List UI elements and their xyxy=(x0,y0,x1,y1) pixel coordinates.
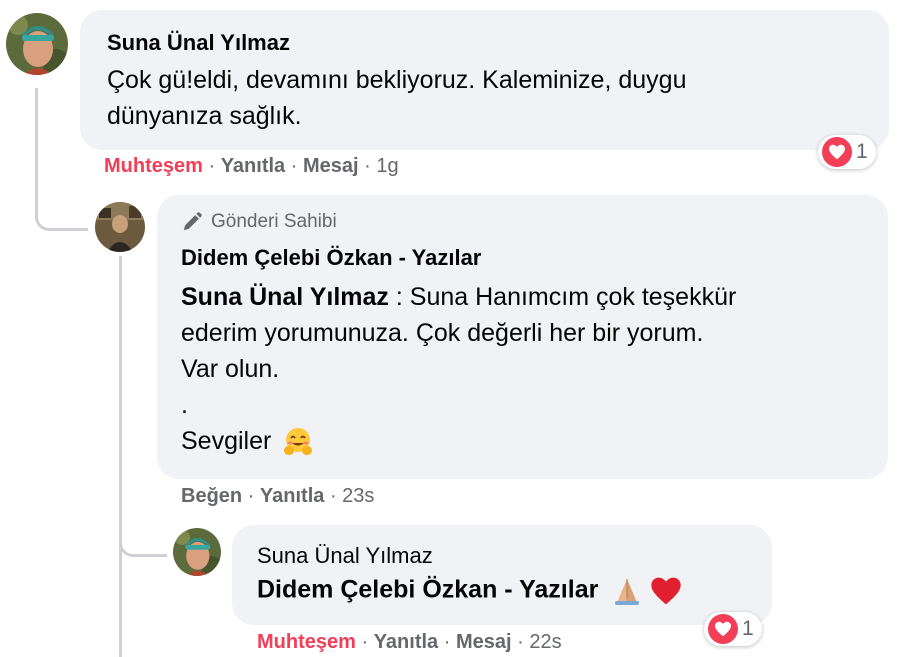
thread-connector-reply-1 xyxy=(35,196,88,231)
reaction-count: 1 xyxy=(742,617,754,640)
reaction-count: 1 xyxy=(856,140,868,163)
praying-hands-icon xyxy=(615,579,640,605)
thread-connector-reply-2 xyxy=(119,522,167,557)
comment-bubble: Suna Ünal Yılmaz Didem Çelebi Özkan - Ya… xyxy=(232,525,772,625)
timestamp[interactable]: 22s xyxy=(529,631,561,653)
comment-text-line: dünyanıza sağlık. xyxy=(107,102,302,130)
comment-text-segment: Sevgiler xyxy=(181,427,272,455)
comment-text-line: . xyxy=(181,391,188,419)
separator: · xyxy=(202,155,221,177)
reply-button[interactable]: Yanıtla xyxy=(374,631,438,653)
comment-text: Çok gü!eldi, devamını bekliyoruz. Kalemi… xyxy=(107,62,686,134)
red-heart-icon xyxy=(651,577,681,605)
comment-author[interactable]: Didem Çelebi Özkan - Yazılar xyxy=(181,245,481,271)
comment-text-line: ederim yorumunuza. Çok değerli her bir y… xyxy=(181,319,704,347)
separator: · xyxy=(324,485,343,507)
comment-bubble: Gönderi Sahibi Didem Çelebi Özkan - Yazı… xyxy=(157,195,888,479)
author-badge: Gönderi Sahibi xyxy=(181,211,337,233)
avatar-photo xyxy=(173,528,221,576)
separator: · xyxy=(511,631,530,653)
reaction-summary[interactable]: 1 xyxy=(818,135,876,169)
reaction-summary[interactable]: 1 xyxy=(704,612,762,646)
mention-link[interactable]: Suna Ünal Yılmaz xyxy=(181,283,389,311)
message-button[interactable]: Mesaj xyxy=(303,155,359,177)
avatar[interactable] xyxy=(6,13,68,75)
reply-button[interactable]: Yanıtla xyxy=(260,485,324,507)
like-button[interactable]: Beğen xyxy=(181,485,242,507)
reaction-button[interactable]: Muhteşem xyxy=(257,631,356,653)
separator: · xyxy=(355,631,374,653)
comment-text: Suna Ünal Yılmaz : Suna Hanımcım çok teş… xyxy=(181,279,871,459)
heart-icon xyxy=(708,614,738,644)
comment-actions: Muhteşem · Yanıtla · Mesaj · 22s xyxy=(257,631,562,654)
pen-icon xyxy=(183,212,202,231)
avatar-photo xyxy=(6,13,68,75)
comment-author[interactable]: Suna Ünal Yılmaz xyxy=(257,543,433,569)
avatar[interactable] xyxy=(95,202,145,252)
comment-bubble: Suna Ünal Yılmaz Çok gü!eldi, devamını b… xyxy=(80,10,889,150)
separator: · xyxy=(242,485,260,507)
avatar[interactable] xyxy=(173,528,221,576)
comment-author[interactable]: Suna Ünal Yılmaz xyxy=(107,30,290,56)
avatar-photo xyxy=(95,202,145,252)
separator: · xyxy=(285,155,303,177)
comment-text-line: Çok gü!eldi, devamını bekliyoruz. Kalemi… xyxy=(107,66,687,94)
comment-actions: Beğen · Yanıtla · 23s xyxy=(181,485,374,508)
reply-button[interactable]: Yanıtla xyxy=(221,155,285,177)
hugging-face-icon xyxy=(284,428,313,456)
comment-text: Didem Çelebi Özkan - Yazılar xyxy=(257,575,682,607)
comment-text-segment: Suna Hanımcım çok teşekkür xyxy=(409,283,737,311)
comment-text-line: Var olun. xyxy=(181,355,280,383)
author-badge-label: Gönderi Sahibi xyxy=(211,211,337,232)
comment-actions: Muhteşem · Yanıtla · Mesaj · 1g xyxy=(104,155,399,178)
mention-link[interactable]: Didem Çelebi Özkan - Yazılar xyxy=(257,576,598,604)
heart-icon xyxy=(822,137,852,167)
comment-text-line: Suna Ünal Yılmaz : Suna Hanımcım çok teş… xyxy=(181,279,871,315)
comment-text-line: Sevgiler xyxy=(181,423,871,459)
timestamp[interactable]: 23s xyxy=(342,485,374,507)
thread-line-reply xyxy=(119,256,122,657)
message-button[interactable]: Mesaj xyxy=(456,631,512,653)
mention-separator: : xyxy=(388,283,410,311)
separator: · xyxy=(358,155,377,177)
reaction-button[interactable]: Muhteşem xyxy=(104,155,203,177)
separator: · xyxy=(438,631,456,653)
timestamp[interactable]: 1g xyxy=(376,155,398,177)
thread-line-main xyxy=(35,88,38,208)
